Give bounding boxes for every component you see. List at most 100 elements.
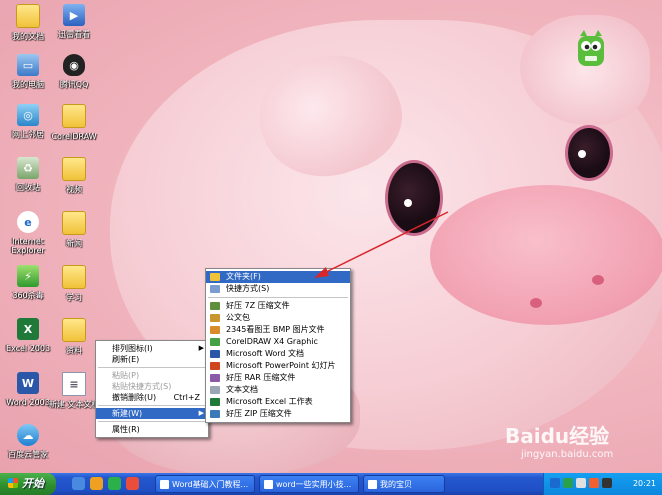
wallpaper-pig-eye: [565, 125, 613, 181]
recycle-bin-icon: ♻: [17, 157, 39, 179]
window-icon: [160, 480, 169, 489]
submenu-item-text-doc[interactable]: 文本文档: [206, 384, 350, 396]
desktop-context-menu: 排列图标(I) ▶ 刷新(E) 粘贴(P) 粘贴快捷方式(S) 撤销删除(U) Ct…: [95, 340, 209, 438]
shortcut-hint: Ctrl+Z: [173, 393, 200, 402]
network-icon: ◎: [17, 104, 39, 126]
folder-icon: [62, 211, 86, 235]
submenu-item-zip[interactable]: 好压 ZIP 压缩文件: [206, 408, 350, 420]
word-icon: W: [17, 372, 39, 394]
taskbar-button-word-tutorial[interactable]: Word基础入门教程...: [155, 475, 255, 493]
wallpaper-pig-nostril: [592, 275, 604, 285]
quick-launch-icon[interactable]: [126, 477, 139, 490]
desktop-icon-player[interactable]: ▶ 迅雷看看: [46, 4, 102, 56]
window-icon: [368, 480, 377, 489]
window-icon: [264, 480, 273, 489]
coreldraw-icon: [210, 338, 220, 346]
ie-icon: e: [17, 211, 39, 233]
menu-item-undo-delete[interactable]: 撤销删除(U) Ctrl+Z: [96, 392, 208, 403]
text-doc-icon: ≡: [62, 372, 86, 396]
text-doc-icon: [210, 386, 220, 394]
quick-launch-icon[interactable]: [108, 477, 121, 490]
desktop-icon-video-folder[interactable]: 视频: [46, 157, 102, 209]
submenu-arrow-icon: ▶: [198, 409, 204, 417]
menu-item-new[interactable]: 新建(W) ▶: [96, 408, 208, 419]
icon-label: 新建 文本文档: [48, 400, 100, 409]
desktop-icon-text-doc[interactable]: ≡ 新建 文本文档: [46, 372, 102, 424]
wallpaper-pig-snout: [430, 185, 662, 325]
briefcase-icon: [210, 314, 220, 322]
menu-separator: [98, 405, 206, 406]
submenu-item-shortcut[interactable]: 快捷方式(S): [206, 283, 350, 295]
qq-icon: ◉: [63, 54, 85, 76]
submenu-item-folder[interactable]: 文件夹(F): [206, 271, 350, 283]
taskbar-button-my-treasure[interactable]: 我的宝贝: [363, 475, 445, 493]
shield-icon: ⚡: [17, 265, 39, 287]
folder-icon: [62, 104, 86, 128]
desktop-icon-news-folder[interactable]: 新闻: [46, 211, 102, 263]
submenu-arrow-icon: ▶: [198, 344, 204, 352]
desktop[interactable]: 我的文档 ▭ 我的电脑 ◎ 网上邻居 ♻ 回收站 e Internet Expl…: [0, 0, 662, 473]
desktop-icon-baidu-cloud[interactable]: ☁ 百度云管家: [0, 424, 56, 473]
folder-icon: [62, 157, 86, 181]
volume-tray-icon[interactable]: [576, 478, 586, 488]
computer-icon: ▭: [17, 54, 39, 76]
new-submenu: 文件夹(F) 快捷方式(S) 好压 7Z 压缩文件 公文包 2345看图王 BM…: [205, 268, 351, 423]
icon-label: 腾讯QQ: [59, 80, 89, 89]
windows-logo-icon: [8, 478, 18, 488]
icon-label: 迅雷看看: [58, 30, 90, 39]
menu-item-properties[interactable]: 属性(R): [96, 424, 208, 435]
watermark-brand: Baidu经验: [505, 424, 610, 448]
clock[interactable]: 20:21: [633, 473, 656, 495]
menu-item-paste-shortcut: 粘贴快捷方式(S): [112, 382, 172, 391]
icon-label: 资料: [66, 346, 82, 355]
word-icon: [210, 350, 220, 358]
folder-icon: [62, 318, 86, 342]
icon-label: 新闻: [66, 239, 82, 248]
icon-label: 视频: [66, 185, 82, 194]
submenu-item-bmp[interactable]: 2345看图王 BMP 图片文件: [206, 324, 350, 336]
quick-launch-icon[interactable]: [90, 477, 103, 490]
menu-item-paste: 粘贴(P): [112, 371, 140, 380]
submenu-item-excel[interactable]: Microsoft Excel 工作表: [206, 396, 350, 408]
green-monster-gadget-icon[interactable]: [575, 30, 607, 74]
excel-icon: [210, 398, 220, 406]
icon-label: 百度云管家: [8, 450, 48, 459]
submenu-item-powerpoint[interactable]: Microsoft PowerPoint 幻灯片: [206, 360, 350, 372]
menu-separator: [98, 421, 206, 422]
desktop-icon-qq[interactable]: ◉ 腾讯QQ: [46, 54, 102, 106]
submenu-item-rar[interactable]: 好压 RAR 压缩文件: [206, 372, 350, 384]
baidu-cloud-icon: ☁: [17, 424, 39, 446]
menu-separator: [208, 297, 348, 298]
wallpaper-pig-nostril: [530, 298, 542, 308]
qq-tray-icon[interactable]: [602, 478, 612, 488]
watermark-url: jingyan.baidu.com: [521, 449, 614, 460]
submenu-item-7z[interactable]: 好压 7Z 压缩文件: [206, 300, 350, 312]
submenu-item-briefcase[interactable]: 公文包: [206, 312, 350, 324]
image-icon: [210, 326, 220, 334]
shortcut-icon: [210, 285, 220, 293]
menu-item-arrange-icons[interactable]: 排列图标(I) ▶: [96, 343, 208, 354]
network-tray-icon[interactable]: [550, 478, 560, 488]
desktop-icon-study-folder[interactable]: 学习: [46, 265, 102, 317]
taskbar-button-word-tips[interactable]: word一些实用小技...: [259, 475, 359, 493]
antivirus-tray-icon[interactable]: [563, 478, 573, 488]
system-tray: 20:21: [543, 473, 662, 495]
submenu-item-word[interactable]: Microsoft Word 文档: [206, 348, 350, 360]
app-tray-icon[interactable]: [589, 478, 599, 488]
taskbar: 开始 Word基础入门教程... word一些实用小技... 我的宝贝 20:2…: [0, 473, 662, 495]
icon-label: 学习: [66, 293, 82, 302]
archive-icon: [210, 410, 220, 418]
show-desktop-icon[interactable]: [72, 477, 85, 490]
desktop-icon-coreldraw-folder[interactable]: CorelDRAW: [46, 104, 102, 156]
archive-icon: [210, 374, 220, 382]
player-icon: ▶: [63, 4, 85, 26]
desktop-icon-materials-folder[interactable]: 资料: [46, 318, 102, 370]
archive-icon: [210, 302, 220, 310]
start-button[interactable]: 开始: [0, 473, 56, 495]
submenu-item-coreldraw[interactable]: CorelDRAW X4 Graphic: [206, 336, 350, 348]
menu-separator: [98, 367, 206, 368]
folder-icon: [16, 4, 40, 28]
icon-label: CorelDRAW: [51, 132, 97, 141]
menu-item-refresh[interactable]: 刷新(E): [96, 354, 208, 365]
folder-icon: [210, 273, 220, 281]
